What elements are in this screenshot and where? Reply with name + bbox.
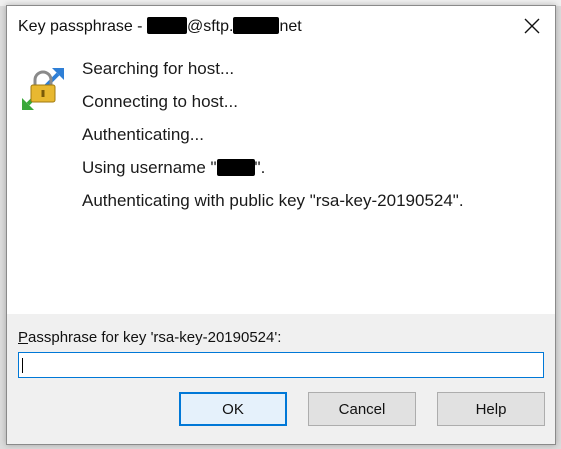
log-line: Searching for host... — [82, 59, 235, 78]
log-username-prefix: Using username " — [82, 158, 217, 177]
passphrase-input[interactable] — [18, 352, 544, 378]
passphrase-label-accelerator: P — [18, 329, 29, 346]
help-button[interactable]: Help — [437, 392, 545, 426]
close-icon — [524, 18, 540, 34]
passphrase-label: Passphrase for key 'rsa-key-20190524': — [18, 329, 281, 346]
title-prefix: Key passphrase - — [18, 18, 147, 35]
redacted-domain — [233, 17, 280, 34]
connection-log: Searching for host... Connecting to host… — [82, 58, 464, 223]
key-lock-icon — [22, 68, 64, 110]
redacted-log-username — [216, 159, 255, 176]
passphrase-dialog: Key passphrase - @sftp. net Searching for… — [6, 5, 556, 445]
cancel-button[interactable]: Cancel — [308, 392, 416, 426]
log-username-suffix: ". — [254, 158, 266, 177]
redacted-username — [146, 17, 187, 34]
title-suffix: net — [279, 18, 302, 35]
close-button[interactable] — [509, 6, 555, 46]
title-bar[interactable]: Key passphrase - @sftp. net — [7, 6, 555, 46]
dialog-footer: Passphrase for key 'rsa-key-20190524': O… — [7, 314, 555, 444]
passphrase-label-text: assphrase for key 'rsa-key-20190524': — [28, 329, 282, 346]
log-line-username: Using username " ". — [82, 157, 464, 190]
ok-button[interactable]: OK — [179, 392, 287, 426]
log-line: Connecting to host... — [82, 92, 238, 111]
title-host: @sftp. — [186, 18, 234, 35]
window-title: Key passphrase - @sftp. net — [18, 17, 302, 36]
text-caret — [22, 358, 23, 373]
log-line: Authenticating... — [82, 125, 204, 144]
log-line: Authenticating with public key "rsa-key-… — [82, 191, 464, 210]
